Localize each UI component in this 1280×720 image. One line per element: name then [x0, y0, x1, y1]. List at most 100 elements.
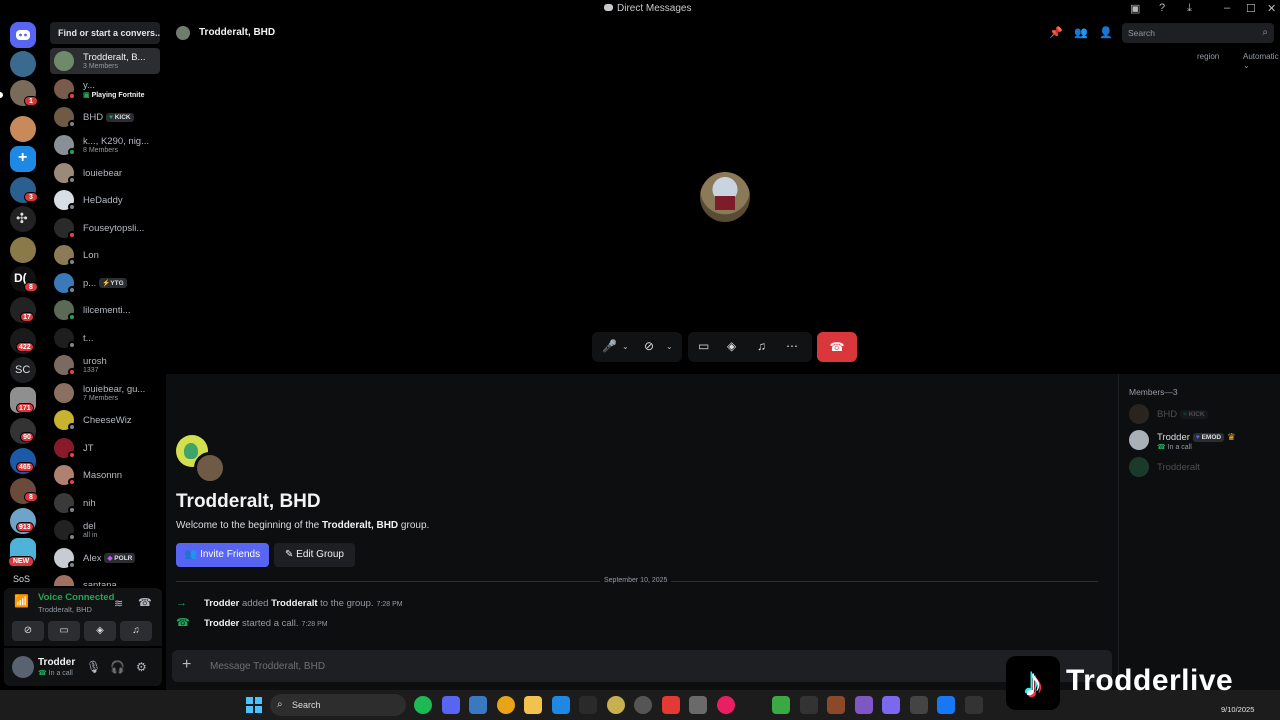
- chevron-down-icon[interactable]: ⌄: [622, 342, 629, 351]
- server-icon[interactable]: [10, 51, 36, 77]
- youtube-icon[interactable]: [662, 696, 680, 714]
- server-icon[interactable]: ✣: [10, 206, 36, 232]
- camera-off-button[interactable]: ⊘: [12, 621, 44, 641]
- member-item[interactable]: BHD ♥ KICK: [1127, 401, 1277, 425]
- server-icon[interactable]: SC: [10, 357, 36, 383]
- plus-icon[interactable]: +: [182, 656, 191, 674]
- member-item[interactable]: Trodderalt: [1127, 454, 1277, 478]
- avatar[interactable]: [12, 656, 34, 678]
- app-icon[interactable]: [607, 696, 625, 714]
- share-screen-icon[interactable]: ▭: [698, 339, 709, 353]
- server-icon[interactable]: [10, 116, 36, 142]
- invite-friends-button[interactable]: 👥 Invite Friends: [176, 543, 269, 567]
- app-icon[interactable]: [827, 696, 845, 714]
- message-actor[interactable]: Trodder: [204, 598, 239, 609]
- terminal-icon[interactable]: [579, 696, 597, 714]
- activities-button[interactable]: ◈: [84, 621, 116, 641]
- server-icon[interactable]: +: [10, 146, 36, 172]
- meta-icon[interactable]: [937, 696, 955, 714]
- epic-editor-icon[interactable]: [552, 696, 570, 714]
- message-target[interactable]: Trodderalt: [271, 598, 317, 609]
- dm-item[interactable]: Fouseytopsli...: [50, 215, 160, 241]
- media-player-icon[interactable]: [717, 696, 735, 714]
- dm-item[interactable]: nih: [50, 490, 160, 516]
- activities-icon[interactable]: ◈: [727, 339, 736, 353]
- find-conversation-input[interactable]: Find or start a convers...: [50, 22, 160, 44]
- start-button[interactable]: [246, 697, 262, 713]
- add-friends-icon[interactable]: 👥: [1074, 26, 1088, 39]
- dm-name-text: p...: [83, 278, 97, 289]
- dm-item[interactable]: louiebear: [50, 160, 160, 186]
- dm-item[interactable]: Alex ◆ POLR: [50, 545, 160, 571]
- soundboard-icon[interactable]: ♫: [757, 339, 766, 353]
- spotify-icon[interactable]: [414, 696, 432, 714]
- app-icon[interactable]: [800, 696, 818, 714]
- dm-item[interactable]: louiebear, gu... 7 Members: [50, 380, 160, 406]
- taskbar-search[interactable]: ⌕ Search: [270, 694, 406, 716]
- home-button[interactable]: [10, 22, 36, 48]
- dm-item[interactable]: t...: [50, 325, 160, 351]
- app-icon[interactable]: [965, 696, 983, 714]
- pin-icon[interactable]: 📌: [1049, 26, 1063, 39]
- obs-icon[interactable]: [634, 696, 652, 714]
- mention-badge: 422: [16, 342, 34, 352]
- dm-item[interactable]: JT: [50, 435, 160, 461]
- headphones-icon[interactable]: 🎧: [110, 660, 125, 674]
- dm-item[interactable]: del all in: [50, 517, 160, 543]
- microphone-icon[interactable]: 🎤: [602, 339, 617, 353]
- member-list-icon[interactable]: 👤: [1099, 26, 1113, 39]
- gear-icon[interactable]: ⚙: [136, 660, 147, 674]
- dm-item[interactable]: lilcementi...: [50, 297, 160, 323]
- clan-tag: ♥ KICK: [1180, 410, 1208, 419]
- dm-item[interactable]: HeDaddy: [50, 187, 160, 213]
- camera-off-icon[interactable]: ⊘: [644, 339, 654, 353]
- inbox-icon[interactable]: ▣: [1130, 2, 1140, 15]
- dm-item[interactable]: Lon: [50, 242, 160, 268]
- app-icon[interactable]: [689, 696, 707, 714]
- call-participant-avatar[interactable]: [700, 172, 750, 222]
- dm-name: santana: [83, 580, 117, 586]
- region-dropdown[interactable]: Automatic ⌄: [1243, 52, 1280, 70]
- microphone-icon[interactable]: 🎙: [86, 660, 101, 674]
- soundboard-button[interactable]: ♫: [120, 621, 152, 641]
- file-explorer-icon[interactable]: [524, 696, 542, 714]
- dm-item[interactable]: y... ▣ Playing Fortnite: [50, 76, 160, 102]
- help-icon[interactable]: ?: [1159, 2, 1165, 14]
- dm-item[interactable]: p... ⚡YTG: [50, 270, 160, 296]
- region-value: Automatic: [1243, 52, 1279, 61]
- message-rest: to the group.: [320, 598, 374, 609]
- member-item[interactable]: Trodder ♥ EMOD ♛ ☎ In a call: [1127, 427, 1277, 451]
- photos-icon[interactable]: [469, 696, 487, 714]
- message-input[interactable]: [210, 658, 910, 674]
- app-icon[interactable]: [855, 696, 873, 714]
- minecraft-icon[interactable]: [772, 696, 790, 714]
- share-screen-button[interactable]: ▭: [48, 621, 80, 641]
- close-icon[interactable]: ✕: [1267, 2, 1276, 15]
- message-actor[interactable]: Trodder: [204, 618, 239, 629]
- dm-item[interactable]: santana: [50, 572, 160, 586]
- noise-suppression-icon[interactable]: ≋: [114, 597, 123, 610]
- disconnect-icon[interactable]: ☎: [138, 596, 152, 609]
- maximize-icon[interactable]: ☐: [1246, 2, 1256, 15]
- voice-channel-name[interactable]: Trodderalt, BHD: [38, 605, 92, 614]
- minimize-icon[interactable]: –: [1224, 2, 1230, 14]
- chrome-icon[interactable]: [497, 696, 515, 714]
- end-call-button[interactable]: ☎: [817, 332, 857, 362]
- dm-item[interactable]: Masonnn: [50, 462, 160, 488]
- game-controller-icon[interactable]: [882, 696, 900, 714]
- more-icon[interactable]: ⋯: [786, 339, 798, 353]
- dm-item[interactable]: urosh 1337: [50, 352, 160, 378]
- dm-item[interactable]: BHD ♥ KICK: [50, 104, 160, 130]
- search-input[interactable]: Search ⌕: [1122, 23, 1274, 43]
- discord-icon[interactable]: [442, 696, 460, 714]
- server-initials[interactable]: SoS: [13, 574, 30, 584]
- edit-group-button[interactable]: ✎ Edit Group: [274, 543, 355, 567]
- voice-status[interactable]: Voice Connected: [38, 592, 114, 603]
- dm-item[interactable]: Trodderalt, B... 3 Members: [50, 48, 160, 74]
- server-icon[interactable]: [10, 237, 36, 263]
- dm-item[interactable]: k..., K290, nig... 8 Members: [50, 132, 160, 158]
- download-icon[interactable]: ⤓: [1187, 2, 1192, 15]
- chevron-down-icon[interactable]: ⌄: [666, 342, 673, 351]
- app-icon[interactable]: [910, 696, 928, 714]
- dm-item[interactable]: CheeseWiz: [50, 407, 160, 433]
